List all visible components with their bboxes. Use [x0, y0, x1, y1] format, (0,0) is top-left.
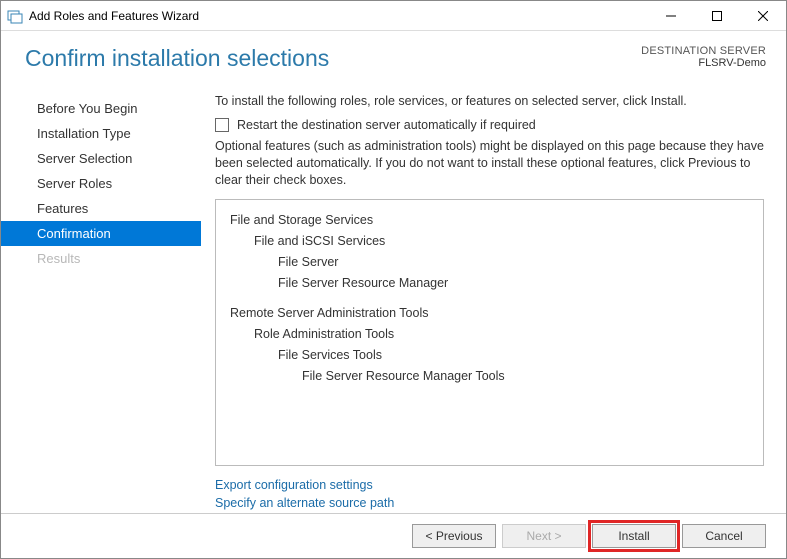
feature-item: File and iSCSI Services — [230, 231, 749, 252]
sidebar-item-before-you-begin[interactable]: Before You Begin — [1, 96, 201, 121]
feature-item: File and Storage Services — [230, 210, 749, 231]
sidebar-item-installation-type[interactable]: Installation Type — [1, 121, 201, 146]
sidebar-item-confirmation[interactable]: Confirmation — [1, 221, 201, 246]
optional-text: Optional features (such as administratio… — [215, 138, 764, 189]
features-list: File and Storage Services File and iSCSI… — [215, 199, 764, 466]
alternate-source-link[interactable]: Specify an alternate source path — [215, 494, 764, 513]
sidebar-item-server-roles[interactable]: Server Roles — [1, 171, 201, 196]
destination-name: FLSRV-Demo — [641, 57, 766, 69]
wizard-window: Add Roles and Features Wizard Confirm in… — [0, 0, 787, 559]
window-title: Add Roles and Features Wizard — [29, 9, 648, 23]
cancel-button[interactable]: Cancel — [682, 524, 766, 548]
minimize-button[interactable] — [648, 1, 694, 31]
destination-block: DESTINATION SERVER FLSRV-Demo — [641, 45, 766, 72]
feature-item: File Server Resource Manager Tools — [230, 366, 749, 387]
install-button[interactable]: Install — [592, 524, 676, 548]
sidebar: Before You Begin Installation Type Serve… — [1, 94, 201, 513]
intro-text: To install the following roles, role ser… — [215, 94, 764, 108]
header: Confirm installation selections DESTINAT… — [1, 31, 786, 72]
feature-item: Role Administration Tools — [230, 324, 749, 345]
sidebar-item-features[interactable]: Features — [1, 196, 201, 221]
previous-button[interactable]: < Previous — [412, 524, 496, 548]
body: Before You Begin Installation Type Serve… — [1, 72, 786, 513]
page-title: Confirm installation selections — [25, 45, 641, 72]
feature-item: File Server Resource Manager — [230, 273, 749, 294]
feature-item: File Server — [230, 252, 749, 273]
footer: < Previous Next > Install Cancel — [1, 513, 786, 558]
links-block: Export configuration settings Specify an… — [215, 476, 764, 514]
close-button[interactable] — [740, 1, 786, 31]
destination-label: DESTINATION SERVER — [641, 45, 766, 57]
app-icon — [7, 8, 23, 24]
window-controls — [648, 1, 786, 31]
maximize-button[interactable] — [694, 1, 740, 31]
restart-label: Restart the destination server automatic… — [237, 118, 536, 132]
titlebar: Add Roles and Features Wizard — [1, 1, 786, 31]
main-content: To install the following roles, role ser… — [201, 94, 786, 513]
feature-item: File Services Tools — [230, 345, 749, 366]
feature-item: Remote Server Administration Tools — [230, 303, 749, 324]
restart-row: Restart the destination server automatic… — [215, 118, 764, 132]
next-button: Next > — [502, 524, 586, 548]
sidebar-item-results: Results — [1, 246, 201, 271]
restart-checkbox[interactable] — [215, 118, 229, 132]
export-config-link[interactable]: Export configuration settings — [215, 476, 764, 495]
sidebar-item-server-selection[interactable]: Server Selection — [1, 146, 201, 171]
